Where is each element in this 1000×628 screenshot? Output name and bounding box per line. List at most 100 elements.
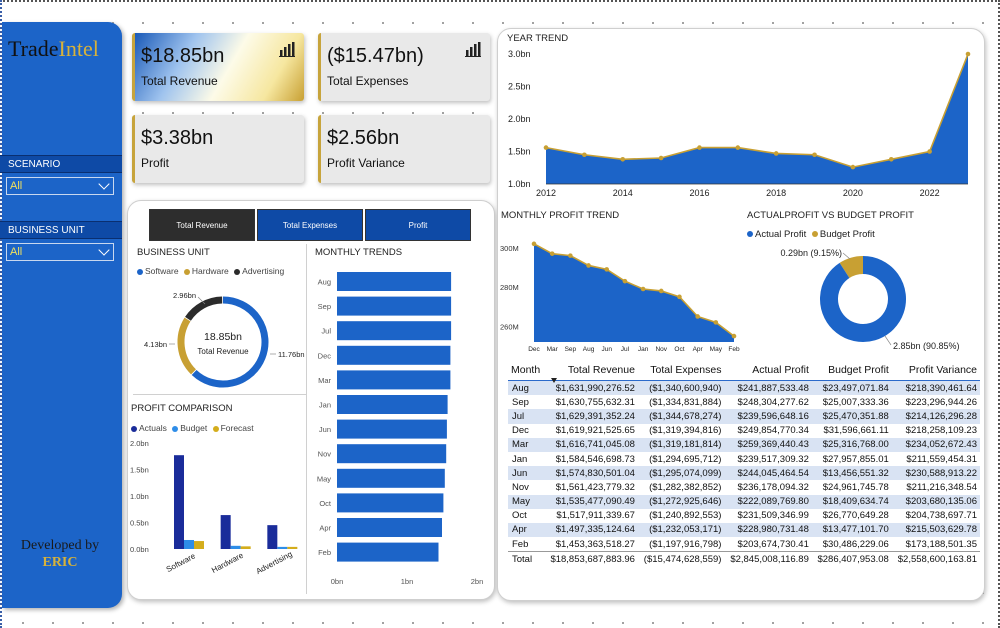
monthly-profit-area (534, 243, 734, 342)
table-cell: $1,561,423,779.32 (555, 481, 635, 493)
column-header-total-expenses[interactable]: Total Expenses (637, 360, 725, 381)
kpi-label: Profit (141, 156, 170, 170)
table-cell: $18,853,687,883.96 (544, 551, 638, 567)
kpi-value: $2.56bn (327, 127, 400, 149)
table-cell: $1,584,546,698.73 (555, 453, 635, 465)
table-cell: $1,535,477,090.49 (544, 494, 638, 509)
profit-comparison-bar-actuals (174, 455, 184, 549)
table-cell: ($1,344,678,274) (637, 409, 725, 424)
category-tick-label: Software (165, 551, 198, 574)
table-cell: $239,517,309.32 (737, 453, 809, 465)
table-cell: $215,503,629.78 (891, 522, 980, 538)
y-tick-label: 1.0bn (130, 492, 149, 501)
table-cell: Feb (512, 538, 529, 550)
y-tick-label: 260M (500, 322, 519, 331)
table-cell: $25,007,333.36 (822, 396, 889, 408)
tab-total-revenue[interactable]: Total Revenue (149, 209, 255, 241)
slice-label-hardware: 4.13bn (144, 340, 167, 349)
table-cell: $31,596,661.11 (823, 425, 889, 437)
table-cell: $286,407,953.08 (811, 551, 892, 567)
bar-chart-icon (279, 42, 295, 57)
business-unit-dropdown[interactable]: All (6, 243, 114, 261)
table-cell: Dec (512, 425, 529, 437)
month-tick-label: Nov (655, 346, 667, 353)
tab-profit[interactable]: Profit (365, 209, 471, 241)
month-tick-label: Aug (583, 346, 595, 353)
column-header-actual-profit[interactable]: Actual Profit (724, 360, 812, 381)
year-trend-point (927, 149, 932, 154)
x-tick-label: 1bn (401, 577, 414, 586)
table-row: Apr $1,497,335,124.64 ($1,232,053,171) $228… (508, 522, 980, 538)
profit-comparison-bar-budget (277, 546, 288, 549)
legend-budget-profit: Budget Profit (819, 229, 875, 240)
table-cell: ($1,319,181,814) (637, 437, 725, 452)
month-tick-label: Apr (319, 524, 331, 533)
sort-descending-icon (551, 378, 557, 383)
scenario-dropdown[interactable]: All (6, 177, 114, 195)
table-cell: $1,497,335,124.64 (544, 522, 638, 538)
slice-label-software: 11.76bn (278, 350, 305, 359)
month-tick-label: May (710, 346, 723, 353)
y-tick-label: 1.0bn (508, 179, 531, 189)
kpi-total-expenses: ($15.47bn) Total Expenses (318, 33, 490, 101)
developer-name: ERIC (42, 555, 78, 570)
monthly-profit-point (604, 267, 610, 272)
monthly-trend-bar (337, 395, 448, 414)
table-cell: $24,961,745.78 (822, 481, 889, 493)
month-tick-label: May (317, 474, 331, 483)
year-trend-line (545, 53, 969, 168)
table-cell: $2,845,008,116.89 (724, 551, 812, 567)
table-row: Dec $1,619,921,525.65 ($1,319,394,816) $249… (508, 424, 980, 438)
profit-comparison-bar-forecast (287, 546, 298, 549)
monthly-trend-bar (337, 493, 444, 513)
monthly-profit-trend-chart: 260M 280M 300M Dec Mar Sep Aug Jun Jul Jan Nov Oct A… (500, 241, 740, 353)
month-tick-label: Jun (319, 425, 331, 434)
kpi-profit: $3.38bn Profit (132, 115, 304, 183)
table-cell: $1,517,911,339.67 (556, 510, 635, 522)
business-unit-filter-label: BUSINESS UNIT (0, 221, 122, 239)
kpi-profit-variance: $2.56bn Profit Variance (318, 115, 490, 183)
table-cell: $230,588,913.22 (891, 466, 980, 481)
column-header-profit-variance[interactable]: Profit Variance (891, 360, 980, 381)
column-header-budget-profit[interactable]: Budget Profit (811, 360, 892, 381)
monthly-trend-bar (337, 419, 447, 439)
monthly-profit-point (695, 314, 700, 319)
year-trend-area (546, 54, 968, 184)
donut-slice-hardware (177, 317, 197, 375)
table-cell: $228,980,731.48 (724, 522, 812, 538)
donut-slice-advertising (185, 296, 223, 321)
monthly-profit-point (658, 288, 664, 294)
table-row: May $1,535,477,090.49 ($1,272,925,646) $222… (508, 494, 980, 509)
budget-slice-label: 0.29bn (9.15%) (780, 248, 842, 258)
table-cell: $13,477,101.70 (811, 522, 892, 538)
y-tick-label: 1.5bn (508, 147, 531, 157)
monthly-trend-bar (337, 272, 452, 291)
column-header-total-revenue[interactable]: Total Revenue (544, 360, 638, 381)
donut-slice-actual-profit (820, 256, 906, 342)
year-trend-point (735, 145, 741, 150)
table-cell: ($1,340,600,940) (637, 380, 725, 396)
table-cell: ($1,282,382,852) (649, 481, 722, 493)
monthly-trend-bar (337, 321, 452, 341)
tab-total-expenses[interactable]: Total Expenses (257, 209, 363, 241)
kpi-total-revenue: $18.85bn Total Revenue (132, 33, 304, 101)
table-row: Jun $1,574,830,501.04 ($1,295,074,099) $244… (508, 466, 980, 481)
actual-slice-label: 2.85bn (90.85%) (893, 341, 960, 351)
actual-vs-budget-donut-chart: 0.29bn (9.15%) 2.85bn (90.85%) (780, 248, 960, 351)
table-cell: ($1,232,053,171) (637, 522, 725, 538)
legend-hardware: Hardware (191, 266, 229, 276)
month-tick-label: Jan (319, 401, 331, 410)
table-cell: $27,957,855.01 (822, 453, 889, 465)
kpi-label: Total Expenses (327, 74, 409, 88)
x-tick-label: 2014 (613, 188, 633, 198)
column-header-month[interactable]: Month (508, 360, 545, 381)
table-cell: $241,887,533.48 (724, 380, 812, 396)
month-tick-label: Dec (528, 346, 540, 353)
scenario-filter-label: SCENARIO (0, 155, 122, 173)
table-cell: $239,596,648.16 (724, 409, 812, 424)
y-tick-label: 1.5bn (130, 466, 149, 475)
year-trend-point (888, 157, 894, 162)
table-cell: $249,854,770.34 (737, 425, 809, 437)
profit-comparison-bar-budget (184, 539, 194, 549)
monthly-trends-title: MONTHLY TRENDS (315, 247, 403, 258)
